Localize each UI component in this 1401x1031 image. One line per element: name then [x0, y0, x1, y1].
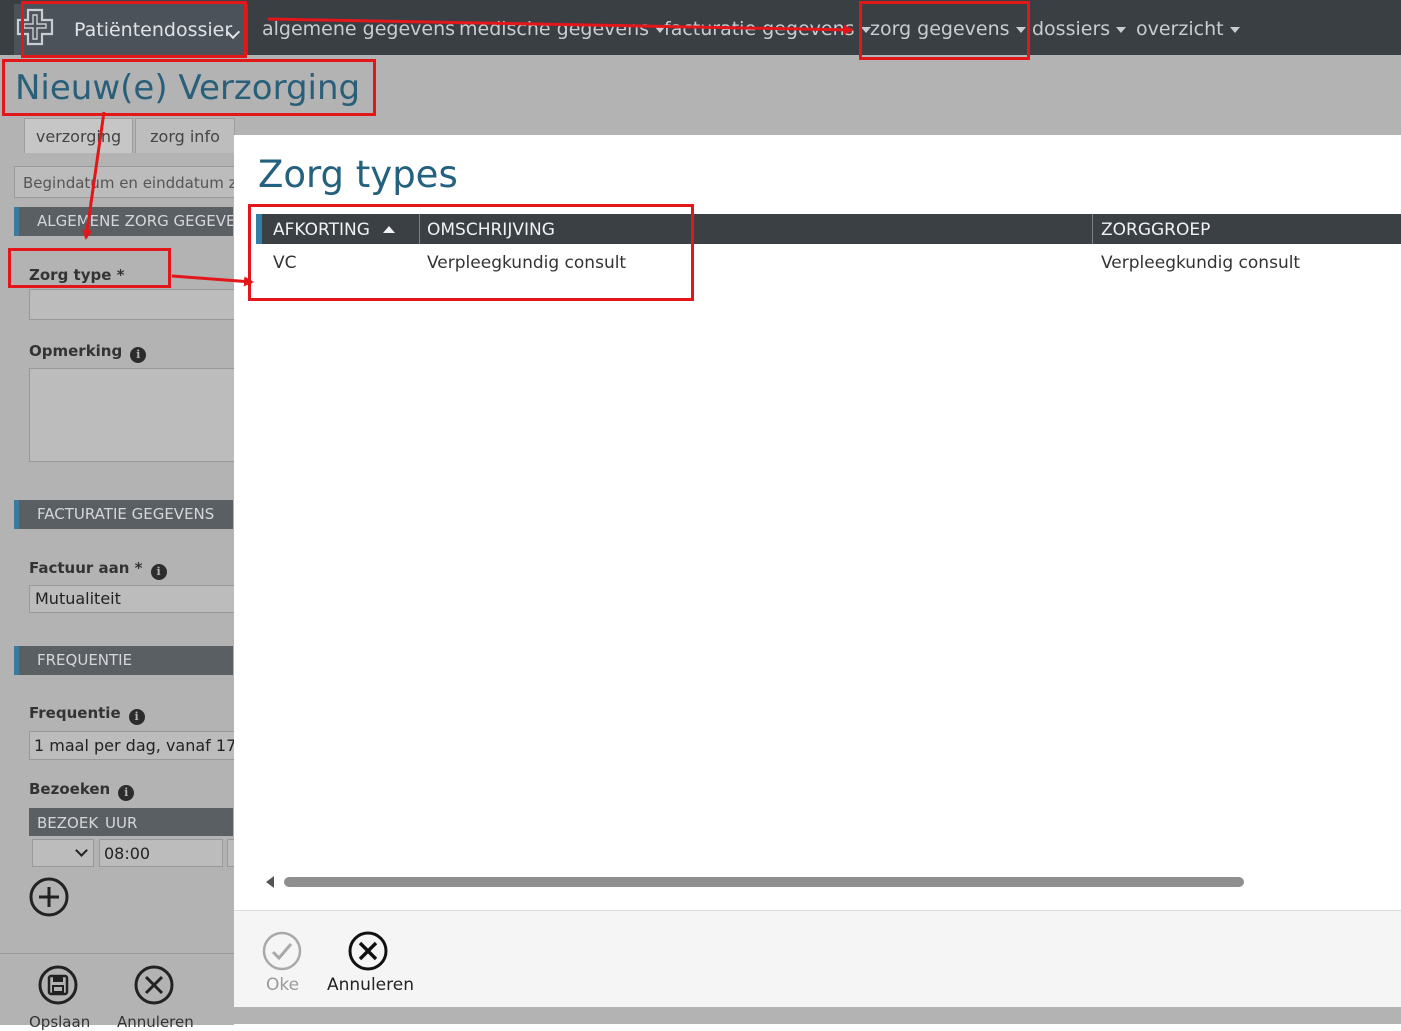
annotation-arrows	[82, 17, 854, 287]
